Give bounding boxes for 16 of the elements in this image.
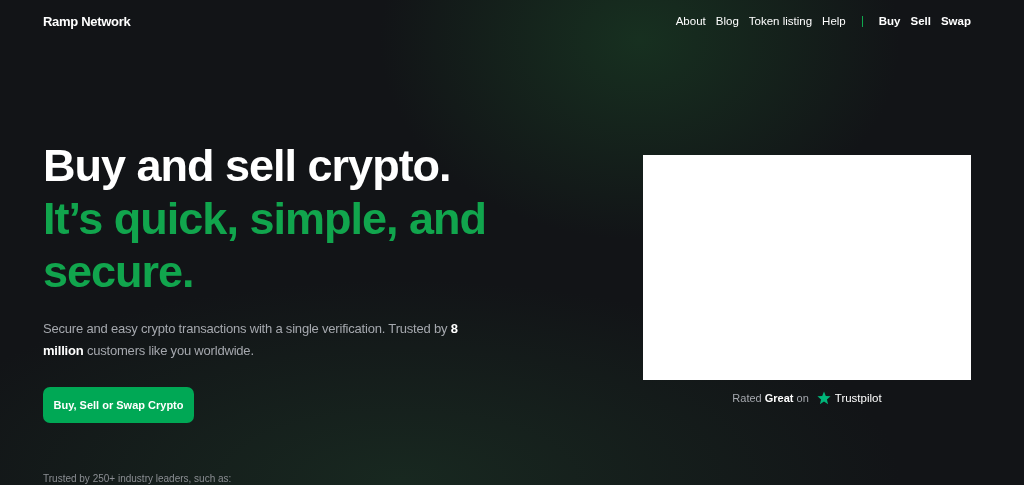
rating-text: Rated Great on <box>732 392 809 404</box>
trusted-text: Trusted by 250+ industry leaders, such as: <box>43 473 233 485</box>
nav-link[interactable]: Sell <box>910 15 931 27</box>
nav-link[interactable]: Blog <box>715 15 739 27</box>
headline-accent: It’s quick, simple, and secure. <box>43 192 487 298</box>
nav-divider <box>861 15 863 27</box>
nav-link[interactable]: About <box>675 15 706 27</box>
star-icon <box>816 391 831 405</box>
nav-link[interactable]: Help <box>822 15 846 27</box>
nav-link[interactable]: Swap <box>940 15 971 27</box>
description: Secure and easy crypto transactions with a single verification. Trusted by 8 million customers like you worldwide. <box>43 320 459 360</box>
nav-link[interactable]: Buy <box>878 15 901 27</box>
headline: Buy and sell crypto. <box>43 139 452 192</box>
logo-text[interactable]: Ramp Network <box>43 13 131 29</box>
brand-text: Trustpilot <box>834 392 882 404</box>
nav-link[interactable]: Token listing <box>748 15 813 27</box>
